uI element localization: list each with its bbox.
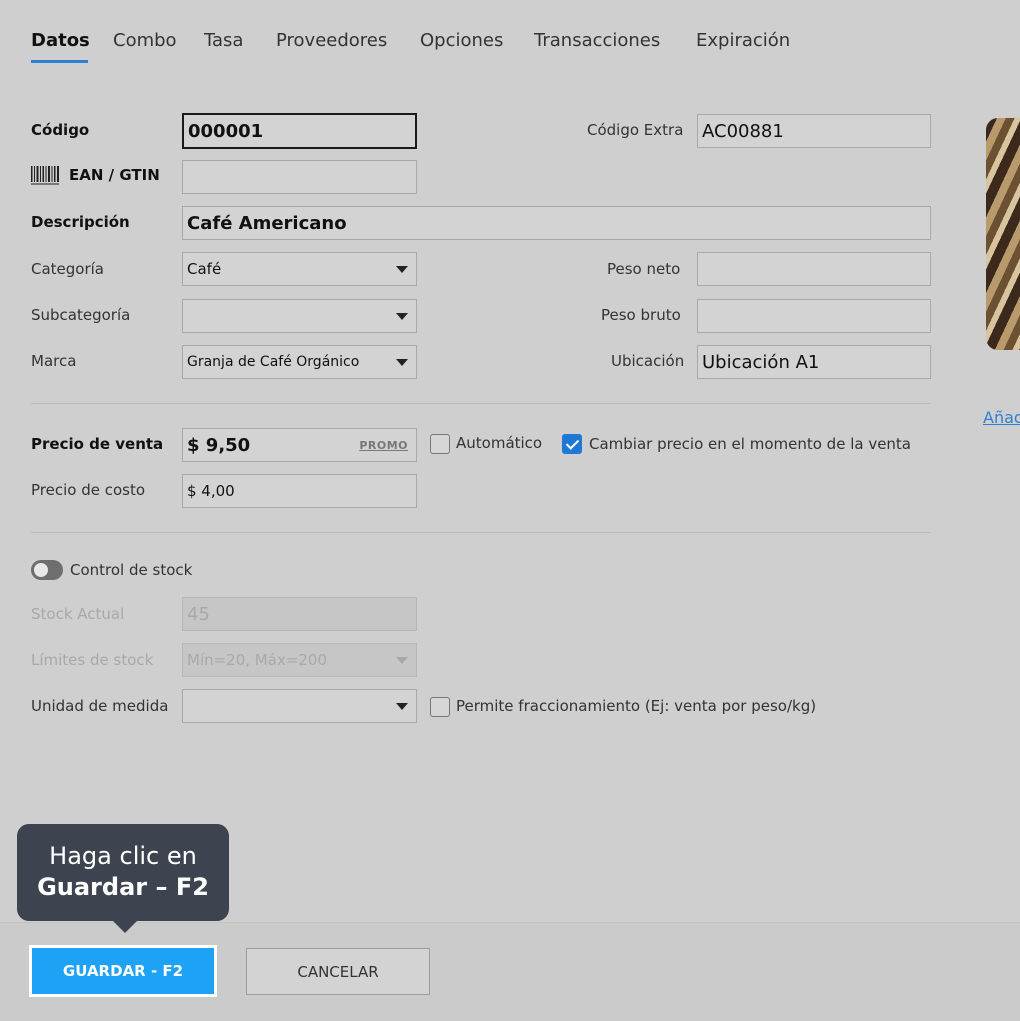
cancel-button[interactable]: CANCELAR	[246, 948, 430, 995]
stock-actual-input: 45	[182, 597, 417, 631]
peso-neto-label: Peso neto	[607, 260, 681, 278]
chevron-down-icon	[396, 657, 408, 664]
fraccionamiento-checkbox[interactable]	[430, 697, 450, 717]
tooltip-line1: Haga clic en	[49, 842, 197, 870]
cambiar-precio-checkbox[interactable]	[562, 434, 582, 454]
chevron-down-icon	[396, 313, 408, 320]
descripcion-input[interactable]: Café Americano	[182, 206, 931, 240]
categoria-value: Café	[187, 260, 222, 278]
cambiar-precio-label: Cambiar precio en el momento de la venta	[589, 435, 912, 453]
chevron-down-icon	[396, 359, 408, 366]
automatico-checkbox[interactable]	[430, 434, 450, 454]
codigo-extra-value: AC00881	[702, 120, 784, 142]
ubicacion-value: Ubicación A1	[702, 351, 820, 373]
subcategoria-label: Subcategoría	[31, 306, 131, 324]
chevron-down-icon	[396, 703, 408, 710]
automatico-label: Automático	[456, 434, 543, 452]
ean-label: EAN / GTIN	[69, 166, 160, 184]
tab-proveedores[interactable]: Proveedores	[276, 30, 387, 51]
peso-neto-input[interactable]	[697, 252, 931, 286]
precio-venta-label: Precio de venta	[31, 435, 164, 453]
categoria-select[interactable]: Café	[182, 252, 417, 286]
marca-value: Granja de Café Orgánico	[187, 354, 360, 370]
descripcion-label: Descripción	[31, 213, 130, 231]
tab-expiracion[interactable]: Expiración	[696, 30, 790, 51]
tab-transacciones[interactable]: Transacciones	[534, 30, 660, 51]
marca-label: Marca	[31, 352, 77, 370]
stock-actual-label: Stock Actual	[31, 605, 125, 623]
codigo-label: Código	[31, 121, 90, 139]
unidad-medida-label: Unidad de medida	[31, 697, 169, 715]
precio-costo-input[interactable]: $ 4,00	[182, 474, 417, 508]
tab-tasa[interactable]: Tasa	[204, 30, 243, 51]
ubicacion-label: Ubicación	[611, 352, 685, 370]
limites-stock-value: Mín=20, Máx=200	[187, 651, 328, 669]
precio-venta-input[interactable]: $ 9,50 PROMO	[182, 428, 417, 462]
codigo-extra-input[interactable]: AC00881	[697, 114, 931, 148]
peso-bruto-label: Peso bruto	[601, 306, 681, 324]
limites-stock-select: Mín=20, Máx=200	[182, 643, 417, 677]
tab-combo[interactable]: Combo	[113, 30, 177, 51]
add-image-link[interactable]: Añad	[983, 408, 1020, 427]
ean-input[interactable]	[182, 160, 417, 194]
marca-select[interactable]: Granja de Café Orgánico	[182, 345, 417, 379]
save-button[interactable]: GUARDAR - F2	[29, 945, 217, 997]
precio-costo-value: $ 4,00	[187, 482, 235, 500]
codigo-extra-label: Código Extra	[587, 121, 684, 139]
subcategoria-select[interactable]	[182, 299, 417, 333]
precio-venta-value: $ 9,50	[187, 434, 251, 456]
chevron-down-icon	[396, 266, 408, 273]
control-stock-label: Control de stock	[70, 561, 193, 579]
categoria-label: Categoría	[31, 260, 105, 278]
product-image	[986, 118, 1020, 350]
limites-stock-label: Límites de stock	[31, 651, 154, 669]
tab-datos[interactable]: Datos	[31, 30, 90, 51]
stock-actual-value: 45	[187, 603, 210, 625]
precio-costo-label: Precio de costo	[31, 481, 146, 499]
descripcion-value: Café Americano	[187, 212, 347, 234]
fraccionamiento-label: Permite fraccionamiento (Ej: venta por p…	[456, 697, 817, 715]
promo-link[interactable]: PROMO	[359, 439, 408, 452]
unidad-medida-select[interactable]	[182, 689, 417, 723]
control-stock-toggle[interactable]	[31, 560, 63, 580]
section-divider	[31, 403, 931, 404]
codigo-input[interactable]: 000001	[182, 113, 417, 149]
ubicacion-input[interactable]: Ubicación A1	[697, 345, 931, 379]
section-divider	[31, 532, 931, 533]
barcode-icon	[31, 166, 59, 185]
peso-bruto-input[interactable]	[697, 299, 931, 333]
active-tab-indicator	[31, 60, 88, 63]
tab-opciones[interactable]: Opciones	[420, 30, 503, 51]
codigo-value: 000001	[188, 120, 264, 142]
tooltip-line2: Guardar – F2	[37, 873, 209, 901]
guide-tooltip: Haga clic en Guardar – F2	[17, 824, 229, 933]
